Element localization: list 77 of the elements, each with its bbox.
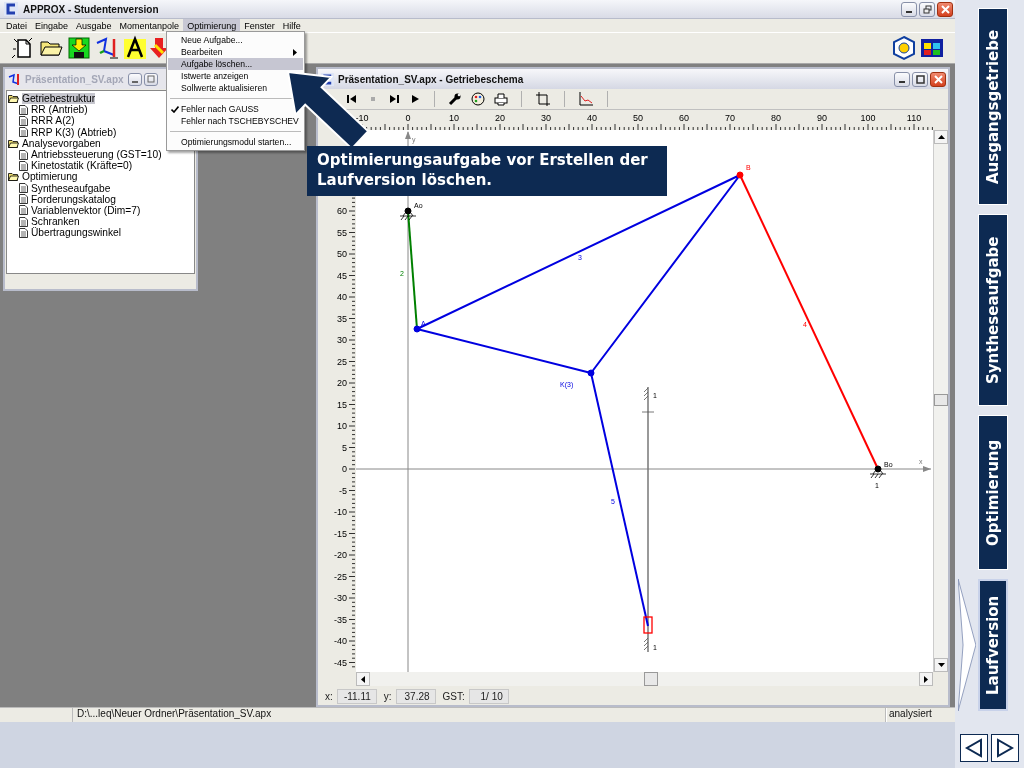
menu-item[interactable]: Datei [2,19,31,32]
ruler-label: 45 [337,270,347,281]
ruler-label: 100 [860,113,876,123]
menu-item[interactable]: Ausgabe [72,19,116,32]
ruler-label: 20 [337,378,347,388]
ruler-label: 20 [495,113,505,123]
ruler-label: -15 [334,528,347,539]
tree-item[interactable]: Analysevorgaben [8,137,101,149]
ruler-label: 60 [679,113,689,123]
ruler-label: 30 [337,335,347,345]
tree-item[interactable]: Forderungskatalog [8,193,116,205]
tree-item[interactable]: RRR A(2) [8,115,75,127]
tree-item[interactable]: Variablenvektor (Dim=7) [8,204,141,217]
window-title: Präsentation_SV.apx - Getriebeschema [338,73,524,85]
field-label: y: [383,690,392,702]
menu-option[interactable]: Istwerte anzeigen [168,70,255,82]
menu-option[interactable]: Neue Aufgabe... [168,34,249,46]
window-title: APPROX - Studentenversion [23,3,159,15]
menu-item[interactable]: Fenster [240,19,279,32]
window-title: Präsentation_SV.apx [25,73,124,85]
tree-item[interactable]: Kinetostatik (Kräfte=0) [8,160,133,172]
side-tab[interactable]: Laufversion [978,579,1008,711]
ruler-label: -20 [334,550,347,560]
ruler-label: 50 [633,113,643,123]
ruler-label: 25 [337,356,347,367]
ruler-label: -10 [334,507,347,517]
ruler-label: 110 [906,113,922,123]
tree-item[interactable]: Optimierung [8,171,78,183]
readout-field: 37.28 [395,688,436,704]
tree-item[interactable]: RRP K(3) (Abtrieb) [8,126,117,138]
side-tab[interactable]: Syntheseaufgabe [978,214,1008,406]
menu-option[interactable]: Fehler nach GAUSS [168,103,265,115]
file-path: D:\...leq\Neuer Ordner\Präsentation_SV.apx [73,708,886,722]
ruler-label: 35 [337,313,347,324]
ruler-label: 60 [337,206,347,216]
ruler-label: -40 [334,636,347,646]
ruler-label: 5 [342,442,347,453]
ruler-label: 50 [337,249,347,259]
tree-item[interactable]: RR (Antrieb) [8,104,88,116]
ruler-label: 15 [337,399,347,410]
field-label: x: [325,690,333,702]
side-tab[interactable]: Ausgangsgetriebe [978,8,1008,205]
tree-item[interactable]: Übertragungswinkel [8,227,122,239]
ruler-label: 90 [817,113,827,123]
menu-item[interactable]: Hilfe [278,19,305,32]
ruler-label: -30 [334,593,347,603]
ruler-label: 40 [587,113,597,123]
ruler-label: 10 [337,421,347,431]
menu-option[interactable]: Bearbeiten [168,46,303,58]
ruler-label: 0 [342,464,347,474]
ruler-label: -45 [334,657,347,668]
menu-option[interactable]: Aufgabe löschen... [168,58,303,70]
menu-option[interactable]: Sollwerte aktualisieren [168,82,273,94]
status-text: analysiert [886,708,932,722]
ruler-label: -5 [339,485,347,496]
ruler-label: -25 [334,571,347,582]
ruler-label: 0 [405,113,411,123]
tree-item[interactable]: Antriebssteuerung (GST=10) [8,148,162,161]
ruler-label: 30 [541,113,551,123]
ruler-label: 70 [725,113,735,123]
menu-option[interactable]: Fehler nach TSCHEBYSCHEV [168,115,305,127]
side-tab[interactable]: Optimierung [978,415,1008,570]
callout-text: Optimierungsaufgabe vor Erstellen der Laufversion löschen. [307,146,667,196]
menu-item[interactable]: Eingabe [31,19,73,32]
tree-item[interactable]: Schranken [8,216,80,228]
tree-item[interactable]: Syntheseaufgabe [8,182,111,194]
ruler-label: 80 [771,113,781,123]
ruler-label: -35 [334,614,347,625]
field-label: GST: [442,690,465,702]
ruler-label: 55 [337,227,347,238]
readout-field: -11.11 [336,688,377,704]
ruler-label: -10 [355,113,369,123]
menu-option[interactable]: Optimierungsmodul starten... [168,136,298,148]
menu-item[interactable]: Momentanpole [115,19,184,32]
readout-field: 1/ 10 [468,688,509,704]
ruler-label: 40 [337,292,347,302]
ruler-label: 10 [449,113,459,123]
